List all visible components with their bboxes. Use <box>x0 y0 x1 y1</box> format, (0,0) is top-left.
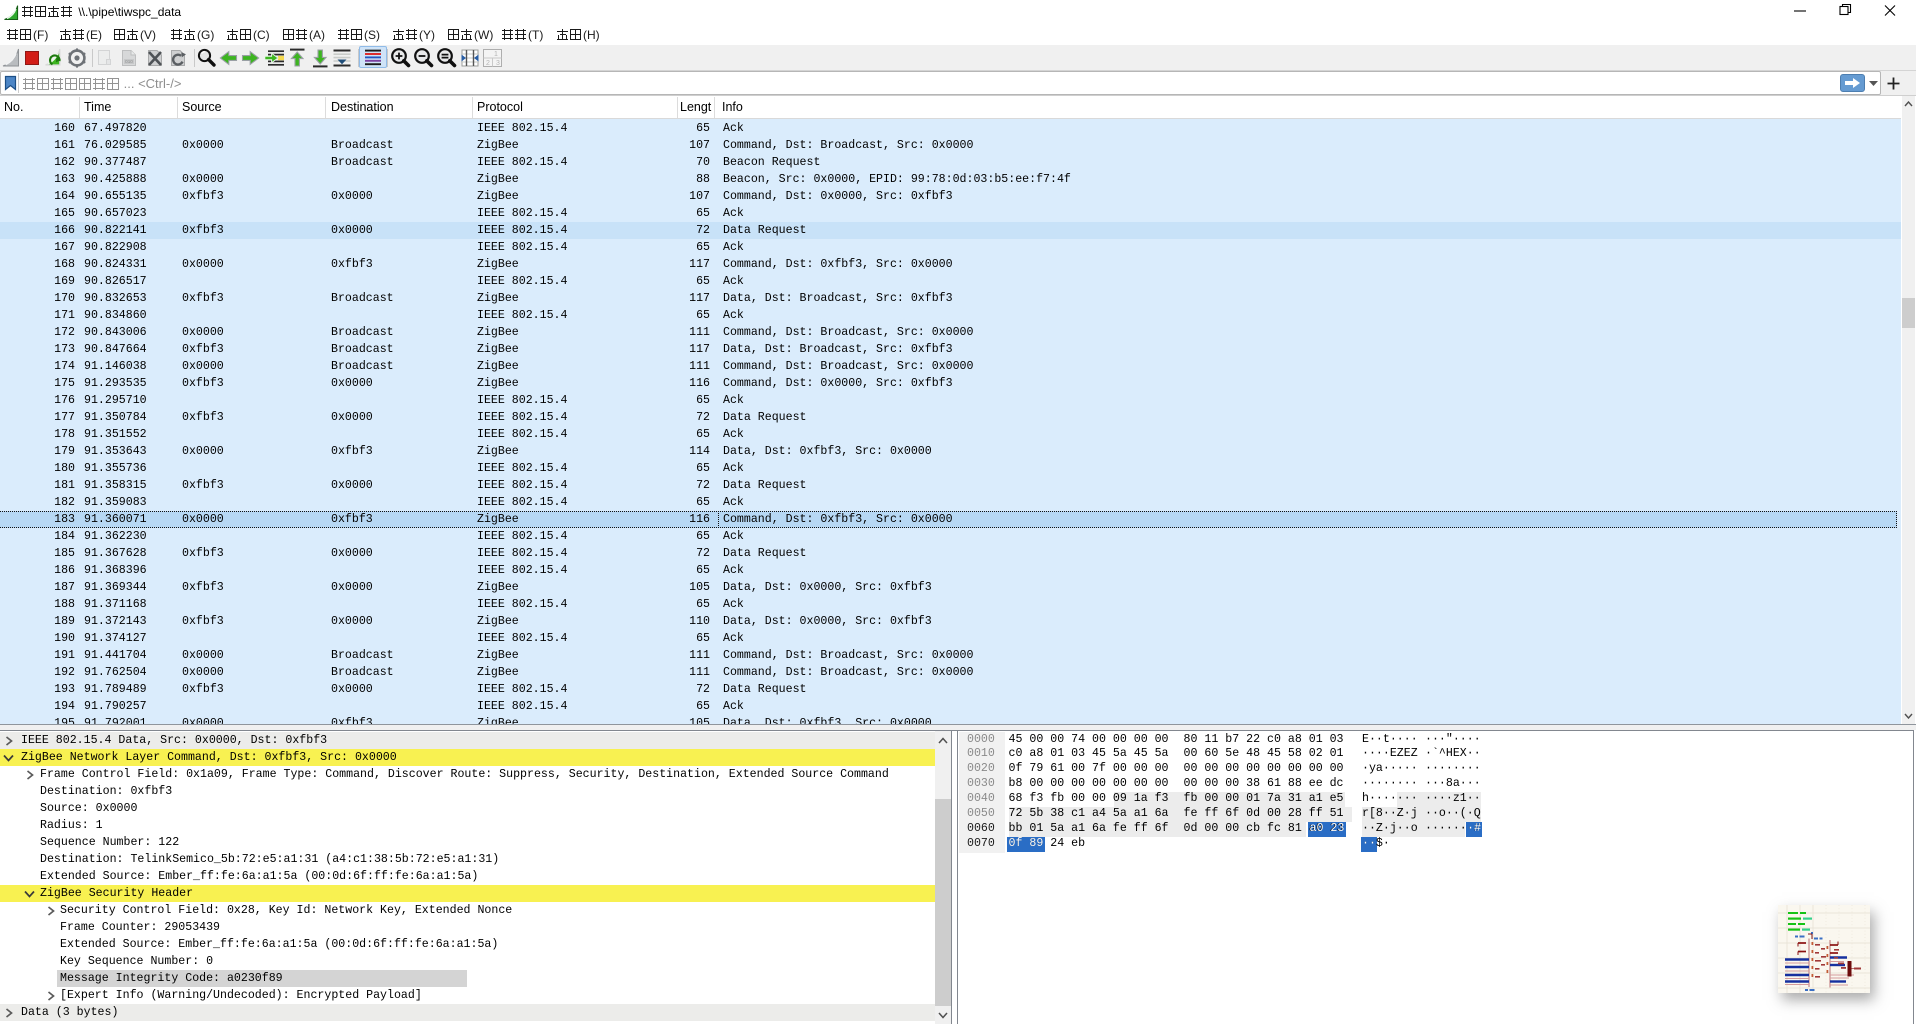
svg-text:010: 010 <box>125 59 133 64</box>
svg-text:1: 1 <box>494 51 498 58</box>
svg-text:2: 2 <box>486 60 490 67</box>
svg-text:3: 3 <box>496 60 500 67</box>
